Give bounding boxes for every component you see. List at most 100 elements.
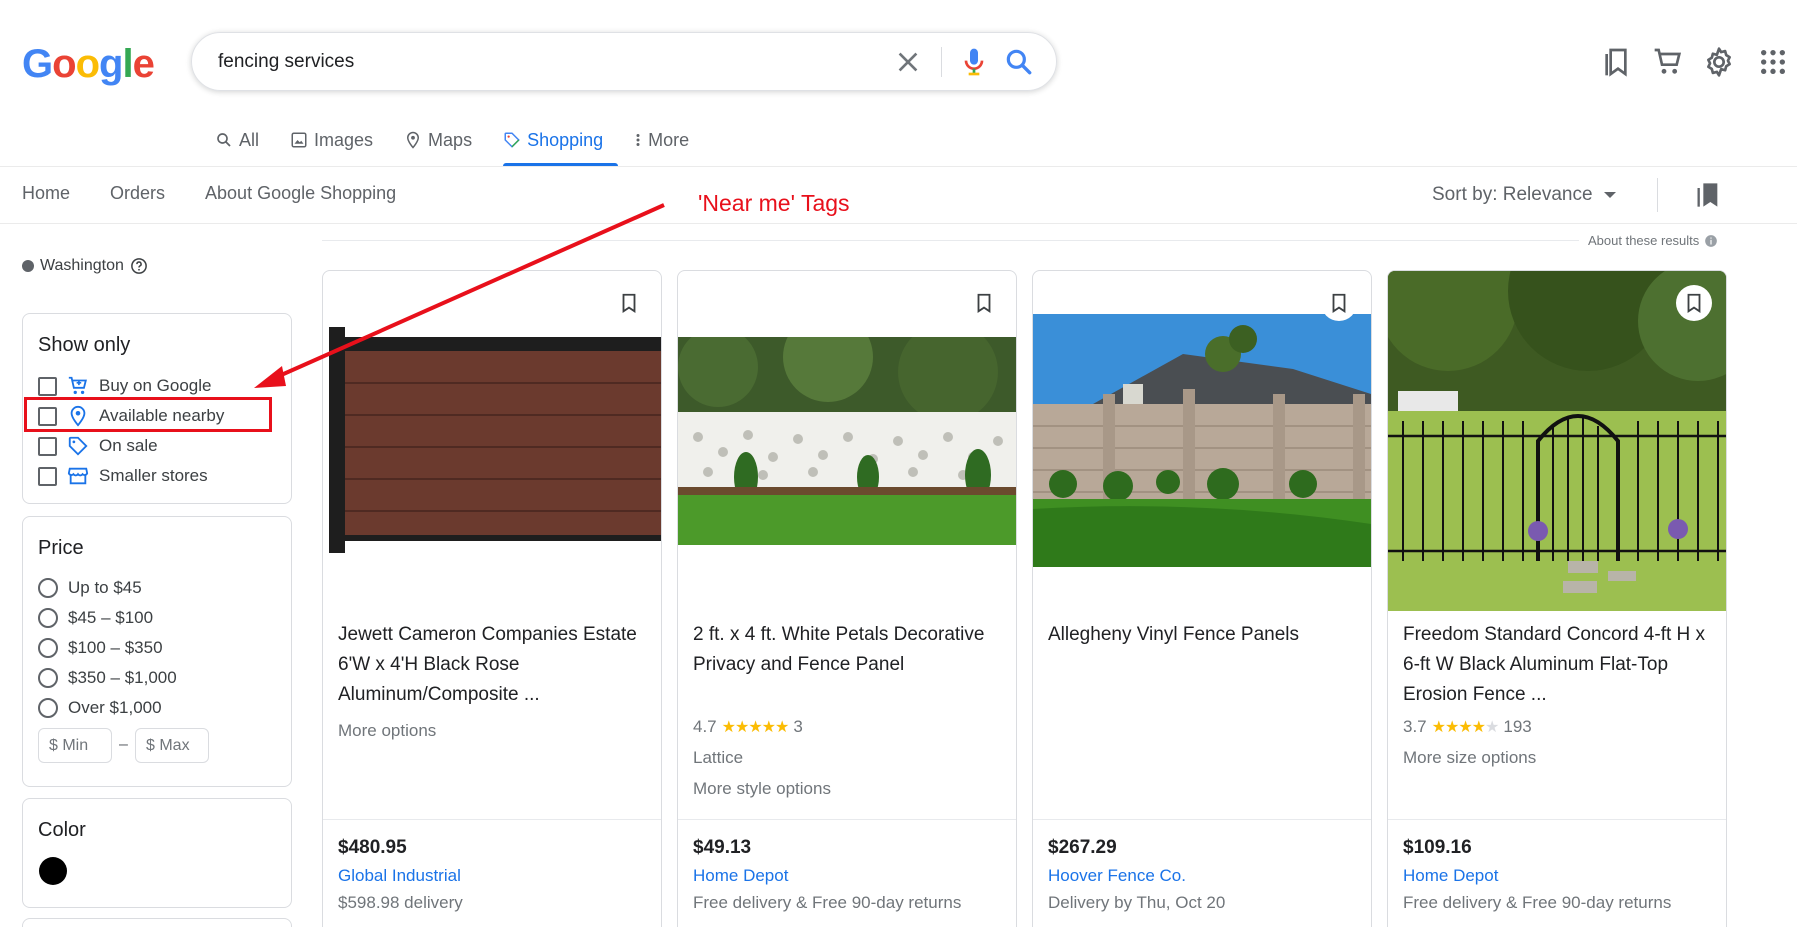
settings-icon[interactable]: [1703, 46, 1735, 78]
color-title: Color: [38, 819, 86, 841]
color-panel: Color: [22, 798, 292, 908]
more-vert-icon: [636, 134, 640, 146]
image-icon: [291, 132, 307, 148]
product-delivery: Delivery by Thu, Oct 20: [1048, 893, 1226, 912]
logo-letter: g: [99, 42, 123, 86]
star-rating-icon: ★★★★★: [721, 719, 790, 736]
next-filter-panel: [22, 918, 292, 927]
sale-tag-icon: [68, 436, 88, 456]
bookmark-icon: [1332, 293, 1346, 313]
bookmarks-icon[interactable]: [1600, 46, 1632, 78]
review-count: 193: [1503, 717, 1532, 736]
tab-images[interactable]: Images: [290, 126, 388, 166]
product-card[interactable]: Jewett Cameron Companies Estate 6'W x 4'…: [322, 270, 662, 927]
caret-down-icon: [1603, 192, 1616, 198]
cart-icon[interactable]: [1652, 46, 1684, 78]
radio[interactable]: [38, 608, 58, 628]
bookmark-button[interactable]: [611, 285, 647, 321]
microphone-icon[interactable]: [958, 46, 990, 78]
search-input[interactable]: [218, 33, 868, 90]
logo-letter: G: [22, 42, 53, 86]
product-title[interactable]: Jewett Cameron Companies Estate 6'W x 4'…: [338, 620, 648, 710]
tab-more[interactable]: More: [634, 126, 704, 166]
filter-smaller-stores[interactable]: Smaller stores: [38, 464, 208, 488]
tabs-divider: [0, 166, 1797, 167]
product-title[interactable]: Freedom Standard Concord 4-ft H x 6-ft W…: [1403, 620, 1713, 710]
sort-label: Sort by: Relevance: [1432, 184, 1593, 205]
map-pin-icon: [407, 131, 420, 149]
product-card[interactable]: Allegheny Vinyl Fence Panels $267.29 Hoo…: [1032, 270, 1372, 927]
location-dot-icon: [22, 260, 34, 272]
card-divider: [678, 819, 1016, 820]
saved-products-icon[interactable]: [1694, 180, 1722, 210]
product-options: More style options: [693, 779, 831, 798]
tab-label: Shopping: [527, 129, 604, 150]
checkbox[interactable]: [38, 466, 57, 486]
product-store[interactable]: Home Depot: [1403, 866, 1498, 886]
nav-orders-link[interactable]: Orders: [110, 183, 165, 204]
review-count: 3: [793, 717, 803, 736]
radio[interactable]: [38, 578, 58, 598]
product-rating[interactable]: 3.7 ★★★★★ 193: [1403, 717, 1532, 737]
product-options: More size options: [1403, 748, 1537, 767]
search-divider: [941, 47, 942, 77]
checkbox[interactable]: [38, 436, 57, 456]
nav-home-link[interactable]: Home: [22, 183, 70, 204]
tab-label: Maps: [428, 129, 473, 150]
product-card[interactable]: Freedom Standard Concord 4-ft H x 6-ft W…: [1387, 270, 1727, 927]
card-divider: [323, 819, 661, 820]
product-title[interactable]: Allegheny Vinyl Fence Panels: [1048, 620, 1358, 650]
product-store[interactable]: Global Industrial: [338, 866, 461, 886]
product-delivery: Free delivery & Free 90-day returns: [1403, 893, 1672, 912]
radio[interactable]: [38, 698, 58, 718]
product-store[interactable]: Hoover Fence Co.: [1048, 866, 1186, 886]
search-icon[interactable]: [1003, 46, 1035, 78]
product-options: More options: [338, 721, 437, 740]
logo-letter: o: [75, 42, 100, 86]
nav-divider: [0, 223, 1797, 224]
about-results-link[interactable]: About these results: [1588, 233, 1718, 248]
help-icon[interactable]: [130, 257, 148, 275]
nav-about-link[interactable]: About Google Shopping: [205, 183, 396, 204]
location[interactable]: Washington: [22, 257, 148, 275]
checkbox[interactable]: [38, 376, 57, 396]
color-swatch-black[interactable]: [39, 857, 67, 885]
close-icon[interactable]: [892, 46, 924, 78]
rating-value: 3.7: [1403, 717, 1427, 736]
product-image: [1033, 314, 1371, 567]
tab-all[interactable]: All: [215, 126, 274, 166]
price-option[interactable]: Up to $45: [38, 576, 142, 600]
price-max-input[interactable]: $ Max: [135, 728, 209, 763]
product-price: $109.16: [1403, 837, 1472, 858]
price-option[interactable]: $100 – $350: [38, 636, 163, 660]
tag-icon: [504, 132, 520, 148]
tab-maps[interactable]: Maps: [404, 126, 487, 166]
annotation-highlight-box: [24, 397, 272, 432]
price-min-input[interactable]: $ Min: [38, 728, 112, 763]
radio[interactable]: [38, 638, 58, 658]
shopping-nav: Home Orders About Google Shopping: [22, 183, 396, 204]
bookmark-button[interactable]: [966, 285, 1002, 321]
filter-buy-on-google[interactable]: Buy on Google: [38, 374, 211, 398]
filter-label: On sale: [99, 436, 158, 455]
price-option[interactable]: $45 – $100: [38, 606, 153, 630]
price-option[interactable]: Over $1,000: [38, 696, 162, 720]
search-box: [191, 32, 1057, 91]
tab-shopping[interactable]: Shopping: [503, 126, 619, 166]
filter-on-sale[interactable]: On sale: [38, 434, 158, 458]
product-price: $49.13: [693, 837, 752, 858]
product-rating[interactable]: 4.7 ★★★★★ 3: [693, 717, 803, 737]
card-divider: [1033, 819, 1371, 820]
sort-dropdown[interactable]: Sort by: Relevance: [1432, 184, 1617, 206]
radio[interactable]: [38, 668, 58, 688]
apps-icon[interactable]: [1757, 46, 1789, 78]
product-image: [323, 327, 661, 553]
logo-letter: l: [122, 42, 133, 86]
google-logo[interactable]: Google: [22, 42, 155, 87]
product-title[interactable]: 2 ft. x 4 ft. White Petals Decorative Pr…: [693, 620, 1003, 680]
bookmark-button[interactable]: [1676, 285, 1712, 321]
product-store[interactable]: Home Depot: [693, 866, 788, 886]
price-option[interactable]: $350 – $1,000: [38, 666, 177, 690]
product-card[interactable]: 2 ft. x 4 ft. White Petals Decorative Pr…: [677, 270, 1017, 927]
bookmark-button[interactable]: [1321, 285, 1357, 321]
